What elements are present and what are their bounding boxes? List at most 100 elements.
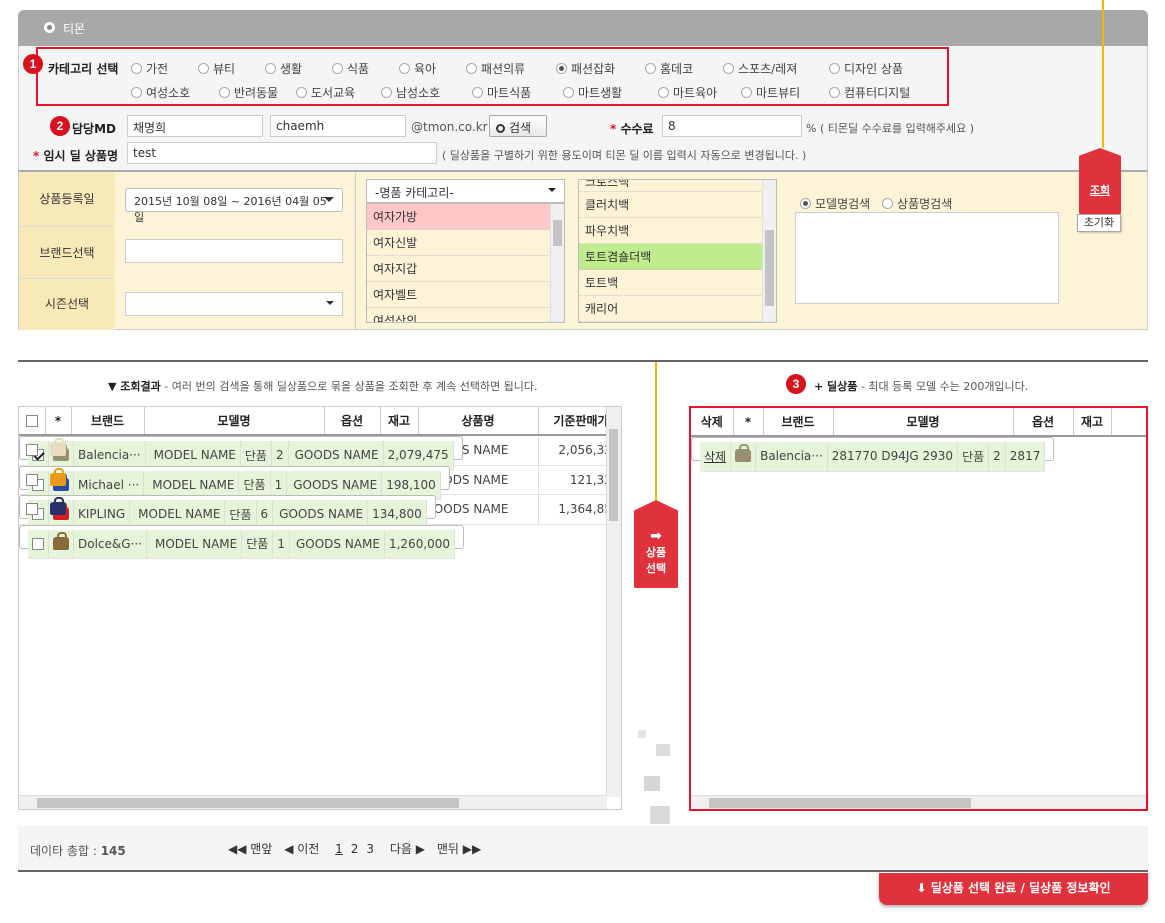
category-radio[interactable] [399,63,410,74]
subcategory-list-item[interactable]: 토트백 [579,270,763,296]
category-option-106[interactable]: 마트육아 [658,84,717,101]
category-option-9[interactable]: 디자인 상품 [829,60,903,77]
category-radio[interactable] [829,63,840,74]
category-option-5[interactable]: 패션의류 [466,60,525,77]
page-number[interactable]: 2 [351,842,359,856]
column-header[interactable]: 옵션 [324,407,381,436]
category-radio[interactable] [219,87,230,98]
md-id-input[interactable]: chaemh [270,115,406,137]
subcategory-list-item[interactable]: 토트겸숄더백 [579,244,763,270]
category-option-3[interactable]: 식품 [332,60,369,77]
select-all-checkbox[interactable] [25,414,38,427]
search-tag[interactable]: 조회 [1079,148,1121,214]
page-prev[interactable]: ◀ 이전 [284,842,319,856]
subcategory-list-item[interactable]: 파우치백 [579,218,763,244]
column-header[interactable]: 브랜드 [763,408,834,437]
category-list-item[interactable]: 여자지갑 [367,256,551,282]
scroll-thumb[interactable] [37,798,459,808]
page-next[interactable]: 다음 ▶ [390,842,425,856]
category-radio[interactable] [131,87,142,98]
category-option-6[interactable]: 패션잡화 [556,60,615,77]
category-option-107[interactable]: 마트뷰티 [741,84,800,101]
category-option-1[interactable]: 뷰티 [198,60,235,77]
row-checkbox[interactable] [25,444,38,457]
md-name-input[interactable]: 채명희 [127,115,263,137]
category-radio[interactable] [198,63,209,74]
subcategory-list-scrollbar[interactable] [762,180,776,322]
column-header[interactable]: 재고 [380,407,419,436]
page-last[interactable]: 맨뒤 ▶▶ [437,842,481,856]
reset-button[interactable]: 초기화 [1077,214,1121,232]
deal-hscroll[interactable] [691,795,1146,809]
column-header[interactable]: 옵션 [1013,408,1074,437]
category-radio[interactable] [556,63,567,74]
category-option-100[interactable]: 여성소호 [131,84,190,101]
column-header[interactable]: * [733,408,764,437]
category-radio[interactable] [296,87,307,98]
row-checkbox[interactable] [32,537,44,550]
scroll-thumb[interactable] [709,798,971,808]
category-option-2[interactable]: 생활 [265,60,302,77]
category-radio[interactable] [466,63,477,74]
column-header[interactable]: 삭제 [691,408,734,437]
category-list-item[interactable]: 여자벨트 [367,282,551,308]
subcategory-list-item[interactable]: 클러치백 [579,192,763,218]
category-option-105[interactable]: 마트생활 [563,84,622,101]
category-option-101[interactable]: 반려동물 [219,84,278,101]
page-number[interactable]: 3 [366,842,374,856]
scroll-thumb[interactable] [765,230,774,306]
column-header[interactable]: 모델명 [833,408,1014,437]
column-header[interactable]: * [45,407,72,436]
delete-link[interactable]: 삭제 [704,450,726,464]
category-radio[interactable] [829,87,840,98]
row-checkbox[interactable] [25,473,38,486]
category-radio[interactable] [723,63,734,74]
scroll-thumb[interactable] [553,220,562,246]
subcategory-list-item[interactable]: 캐리어 [579,296,763,322]
complete-selection-button[interactable]: ⬇ 딜상품 선택 완료 / 딜상품 정보확인 [879,873,1148,905]
category-radio[interactable] [332,63,343,74]
md-search-button[interactable]: 검색 [489,115,547,137]
results-hscroll[interactable] [19,795,607,809]
column-header[interactable] [1111,408,1146,437]
category-option-102[interactable]: 도서교육 [296,84,355,101]
goods-search-radio[interactable] [882,198,894,209]
subcategory-list-item[interactable]: 크로스백 [579,180,763,192]
page-number[interactable]: 1 [335,842,343,856]
fee-input[interactable]: 8 [662,115,802,137]
table-row[interactable]: 삭제 Balencia··· 281770 D94JG 2930 단품 2 2817 [691,437,1055,472]
page-first[interactable]: ◀◀ 맨앞 [228,842,272,856]
category-radio[interactable] [645,63,656,74]
delete-cell[interactable]: 삭제 [700,442,732,472]
row-checkbox[interactable] [25,503,38,516]
category-radio[interactable] [381,87,392,98]
date-range-select[interactable]: 2015년 10월 08일 ~ 2016년 04월 05일 [125,188,343,224]
category-radio[interactable] [741,87,752,98]
luxury-category-select[interactable]: -명품 카테고리- [366,179,565,203]
category-list-scrollbar[interactable] [550,204,564,322]
column-header[interactable]: 재고 [1073,408,1112,437]
table-row[interactable]: Dolce&G··· MODEL NAME 단품 1 GOODS NAME 1,260,0… [19,524,465,559]
category-option-7[interactable]: 홈데코 [645,60,693,77]
season-select[interactable] [125,292,343,316]
table-row[interactable]: KIPLING MODEL NAME 단품 6 GOODS NAME 134,800 [19,495,436,530]
column-header[interactable] [19,407,46,436]
column-header[interactable]: 상품명 [418,407,539,436]
brand-input[interactable] [125,239,343,263]
table-row[interactable]: Balencia···MODEL NAME단품2GOODS NAME2,079,… [19,436,463,471]
search-keyword-textarea[interactable] [795,212,1059,304]
search-button[interactable]: 조회 [1079,182,1121,198]
category-radio[interactable] [131,63,142,74]
category-radio[interactable] [265,63,276,74]
category-list-item[interactable]: 여성상의 [367,308,551,322]
category-option-104[interactable]: 마트식품 [472,84,531,101]
category-radio[interactable] [658,87,669,98]
category-option-108[interactable]: 컴퓨터디지털 [829,84,910,101]
category-option-8[interactable]: 스포츠/레져 [723,60,797,77]
select-goods-button[interactable]: ➡ 상품 선택 [634,500,678,588]
temp-name-input[interactable]: test [127,142,437,164]
scroll-thumb[interactable] [609,429,618,521]
subcategory-list[interactable]: 크로스백 클러치백 파우치백 토트겸숄더백 토트백 캐리어 [578,179,777,323]
model-search-radio[interactable] [800,198,811,209]
category-list-item[interactable]: 여자가방 [367,204,551,230]
